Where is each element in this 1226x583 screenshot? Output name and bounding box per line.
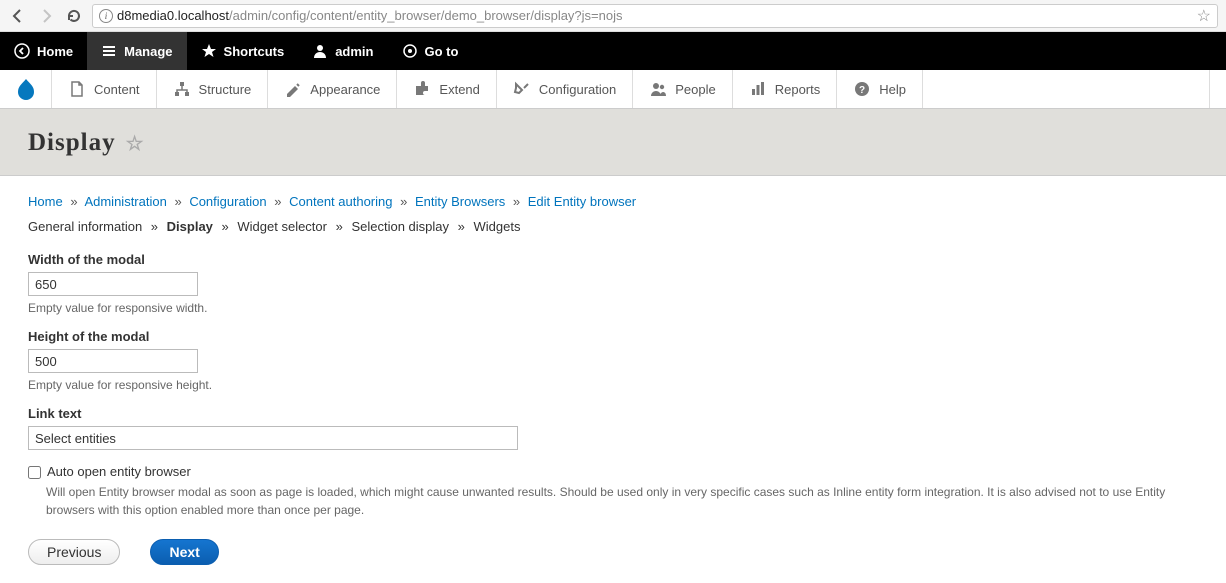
toolbar-home-label: Home <box>37 44 73 59</box>
admin-menu-label: People <box>675 82 715 97</box>
breadcrumb-home[interactable]: Home <box>28 194 63 209</box>
toolbar-manage[interactable]: Manage <box>87 32 186 70</box>
people-icon <box>649 80 667 98</box>
width-input[interactable] <box>28 272 198 296</box>
toolbar-home[interactable]: Home <box>0 32 87 70</box>
breadcrumb-configuration[interactable]: Configuration <box>189 194 266 209</box>
help-icon: ? <box>853 80 871 98</box>
structure-icon <box>173 80 191 98</box>
extend-icon <box>413 80 431 98</box>
previous-button[interactable]: Previous <box>28 539 120 565</box>
drupal-logo[interactable] <box>0 70 52 108</box>
toolbar-user-label: admin <box>335 44 373 59</box>
height-label: Height of the modal <box>28 329 1198 344</box>
drupal-icon <box>14 77 38 101</box>
appearance-icon <box>284 80 302 98</box>
address-bar[interactable]: i d8media0.localhost/admin/config/conten… <box>92 4 1218 28</box>
toolbar-shortcuts-label: Shortcuts <box>224 44 285 59</box>
admin-menu-content[interactable]: Content <box>52 70 157 108</box>
toolbar-manage-label: Manage <box>124 44 172 59</box>
admin-menu-configuration[interactable]: Configuration <box>497 70 633 108</box>
toolbar-goto-label: Go to <box>425 44 459 59</box>
bookmark-star-icon[interactable]: ☆ <box>1197 6 1211 26</box>
admin-menu-label: Extend <box>439 82 479 97</box>
wizard-steps: General information » Display » Widget s… <box>28 219 1198 234</box>
auto-open-label[interactable]: Auto open entity browser <box>47 464 191 479</box>
auto-open-description: Will open Entity browser modal as soon a… <box>46 483 1198 519</box>
breadcrumb-sep: » <box>513 194 520 209</box>
content-icon <box>68 80 86 98</box>
link-text-label: Link text <box>28 406 1198 421</box>
breadcrumb-administration[interactable]: Administration <box>84 194 166 209</box>
breadcrumb-sep: » <box>70 194 77 209</box>
reports-icon <box>749 80 767 98</box>
target-icon <box>402 43 418 59</box>
breadcrumb-edit[interactable]: Edit Entity browser <box>528 194 636 209</box>
breadcrumb-sep: » <box>400 194 407 209</box>
height-description: Empty value for responsive height. <box>28 378 1198 392</box>
admin-menu-spacer <box>923 70 1210 108</box>
admin-menu-help[interactable]: ? Help <box>837 70 923 108</box>
auto-open-checkbox[interactable] <box>28 466 41 479</box>
height-input[interactable] <box>28 349 198 373</box>
width-label: Width of the modal <box>28 252 1198 267</box>
breadcrumb-content-authoring[interactable]: Content authoring <box>289 194 392 209</box>
reload-button[interactable] <box>64 6 84 26</box>
step-display: Display <box>167 219 213 234</box>
content-region: Home » Administration » Configuration » … <box>0 176 1226 583</box>
hamburger-icon <box>101 43 117 59</box>
back-to-site-icon <box>14 43 30 59</box>
breadcrumb-entity-browsers[interactable]: Entity Browsers <box>415 194 505 209</box>
link-text-input[interactable] <box>28 426 518 450</box>
page-title: Display <box>28 129 116 157</box>
next-button[interactable]: Next <box>150 539 218 565</box>
shortcut-star-icon[interactable]: ☆ <box>126 131 145 156</box>
admin-menu-orientation-toggle[interactable] <box>1210 70 1226 108</box>
title-region: Display ☆ <box>0 109 1226 176</box>
form-actions: Previous Next <box>28 539 1198 565</box>
admin-menu-extend[interactable]: Extend <box>397 70 496 108</box>
admin-menu-label: Content <box>94 82 140 97</box>
star-icon <box>201 43 217 59</box>
admin-menu-label: Structure <box>199 82 252 97</box>
browser-chrome: i d8media0.localhost/admin/config/conten… <box>0 0 1226 32</box>
forward-button[interactable] <box>36 6 56 26</box>
toolbar-user[interactable]: admin <box>298 32 387 70</box>
admin-menu: Content Structure Appearance Extend Conf… <box>0 70 1226 109</box>
toolbar-shortcuts[interactable]: Shortcuts <box>187 32 299 70</box>
admin-menu-label: Configuration <box>539 82 616 97</box>
url-path: /admin/config/content/entity_browser/dem… <box>229 8 622 23</box>
breadcrumb-sep: » <box>274 194 281 209</box>
url-host: d8media0.localhost <box>117 8 229 23</box>
step-widgets: Widgets <box>474 219 521 234</box>
configuration-icon <box>513 80 531 98</box>
admin-menu-label: Appearance <box>310 82 380 97</box>
step-widget-selector: Widget selector <box>237 219 327 234</box>
admin-menu-people[interactable]: People <box>633 70 732 108</box>
svg-text:?: ? <box>859 85 865 96</box>
admin-menu-label: Help <box>879 82 906 97</box>
back-button[interactable] <box>8 6 28 26</box>
step-general: General information <box>28 219 142 234</box>
site-info-icon[interactable]: i <box>99 9 113 23</box>
user-icon <box>312 43 328 59</box>
admin-menu-appearance[interactable]: Appearance <box>268 70 397 108</box>
toolbar-goto[interactable]: Go to <box>388 32 473 70</box>
admin-menu-reports[interactable]: Reports <box>733 70 838 108</box>
step-selection-display: Selection display <box>351 219 449 234</box>
width-description: Empty value for responsive width. <box>28 301 1198 315</box>
admin-menu-structure[interactable]: Structure <box>157 70 269 108</box>
breadcrumb-sep: » <box>174 194 181 209</box>
admin-toolbar: Home Manage Shortcuts admin Go to <box>0 32 1226 70</box>
breadcrumb: Home » Administration » Configuration » … <box>28 194 1198 209</box>
admin-menu-label: Reports <box>775 82 821 97</box>
